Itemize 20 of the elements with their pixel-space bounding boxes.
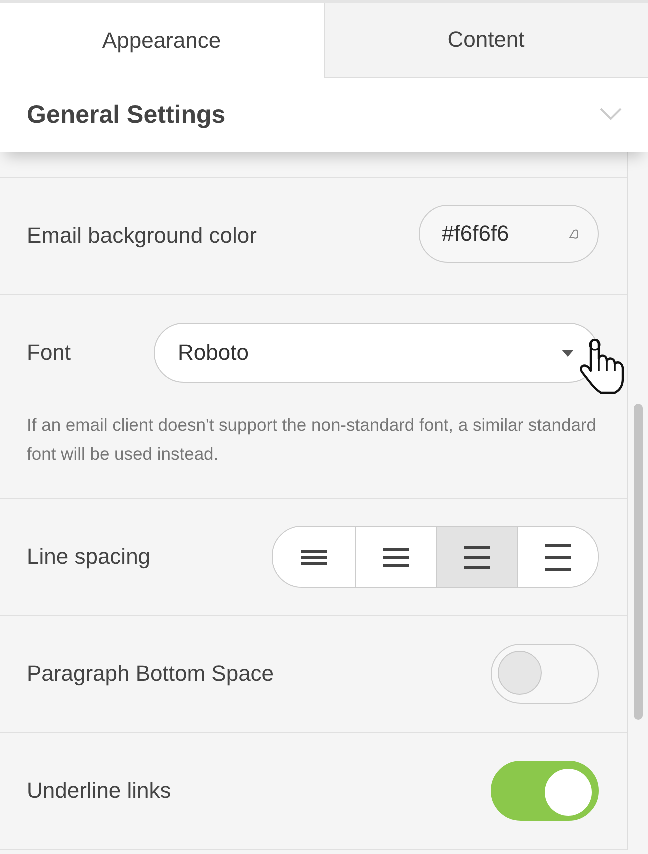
section-header[interactable]: General Settings (0, 78, 648, 152)
line-spacing-icon (301, 550, 327, 564)
section-title: General Settings (27, 100, 226, 130)
line-spacing-icon (383, 548, 409, 566)
paint-drop-icon (568, 228, 580, 240)
setting-label: Font (27, 340, 72, 366)
setting-label: Email background color (27, 223, 257, 249)
setting-label: Line spacing (27, 544, 151, 570)
scrollbar-thumb[interactable] (634, 404, 643, 720)
line-spacing-option[interactable] (436, 527, 517, 587)
setting-label: Underline links (27, 778, 172, 804)
tab[interactable]: Content (324, 3, 648, 78)
color-input-field[interactable]: #f6f6f6 (419, 205, 599, 263)
line-spacing-icon (545, 544, 571, 570)
setting-label: Paragraph Bottom Space (27, 661, 274, 687)
font-note: If an email client doesn't support the non-standard font, a similar standard font will be used instead. (27, 414, 598, 466)
line-spacing-icon (464, 546, 490, 568)
caret-icon (562, 350, 574, 356)
tab[interactable]: Appearance (0, 3, 324, 78)
line-spacing-option[interactable] (517, 527, 598, 587)
